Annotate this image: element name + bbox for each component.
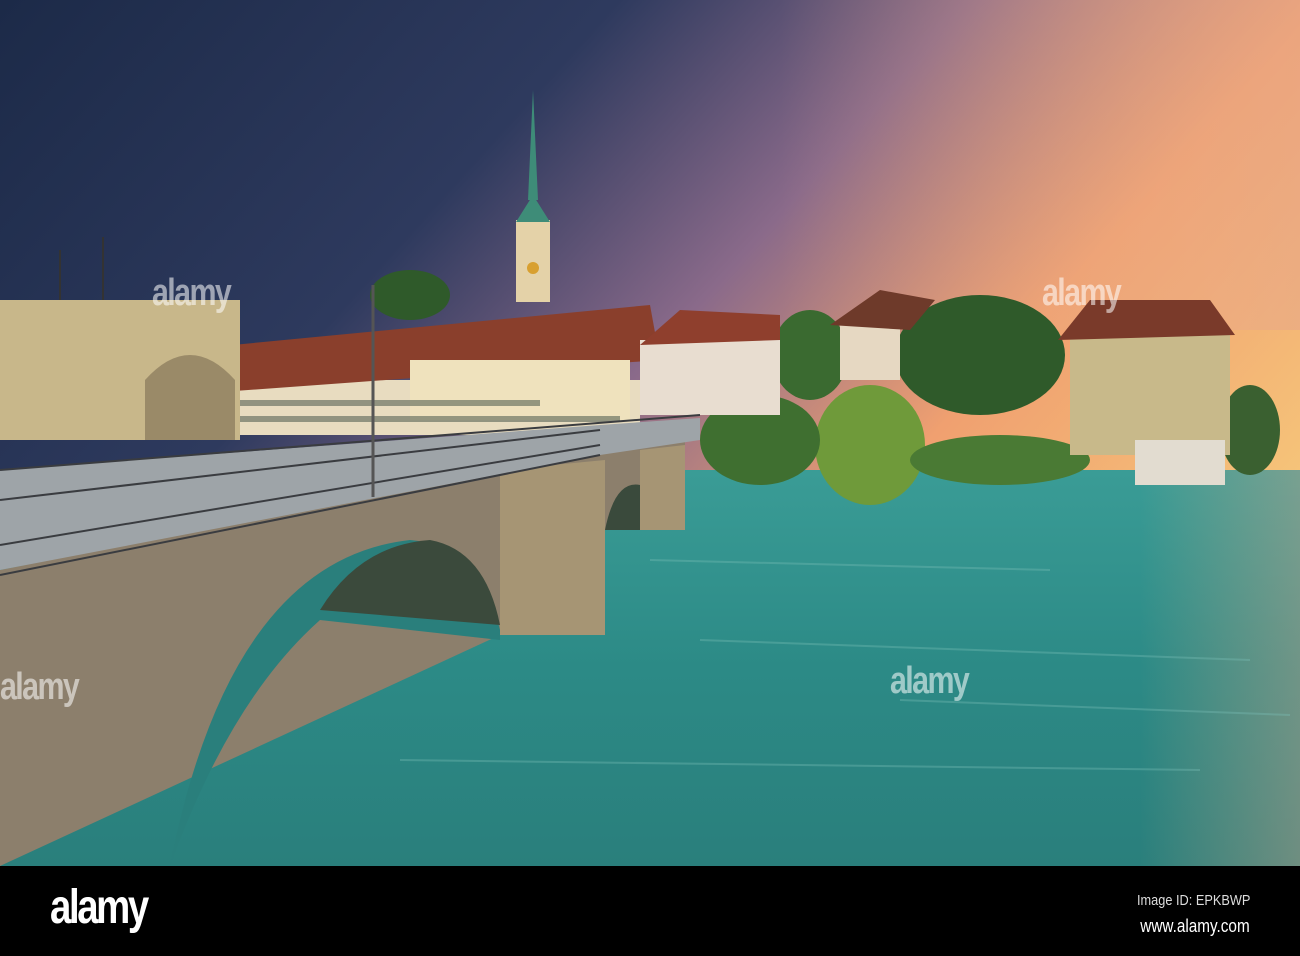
footer-bar: alamy Image ID: EPKBWP www.alamy.com bbox=[0, 866, 1300, 956]
watermark: alamy bbox=[0, 666, 80, 708]
watermark: alamy bbox=[890, 660, 970, 702]
alamy-logo[interactable]: alamy bbox=[50, 880, 149, 935]
site-url[interactable]: www.alamy.com bbox=[1141, 916, 1250, 937]
photo-bern-river-bridge bbox=[0, 0, 1300, 866]
watermark: alamy bbox=[1042, 272, 1122, 314]
watermark: alamy bbox=[152, 272, 232, 314]
stock-photo-page: alamy alamy alamy alamy alamy Image ID: … bbox=[0, 0, 1300, 956]
image-id: Image ID: EPKBWP bbox=[1136, 892, 1250, 909]
